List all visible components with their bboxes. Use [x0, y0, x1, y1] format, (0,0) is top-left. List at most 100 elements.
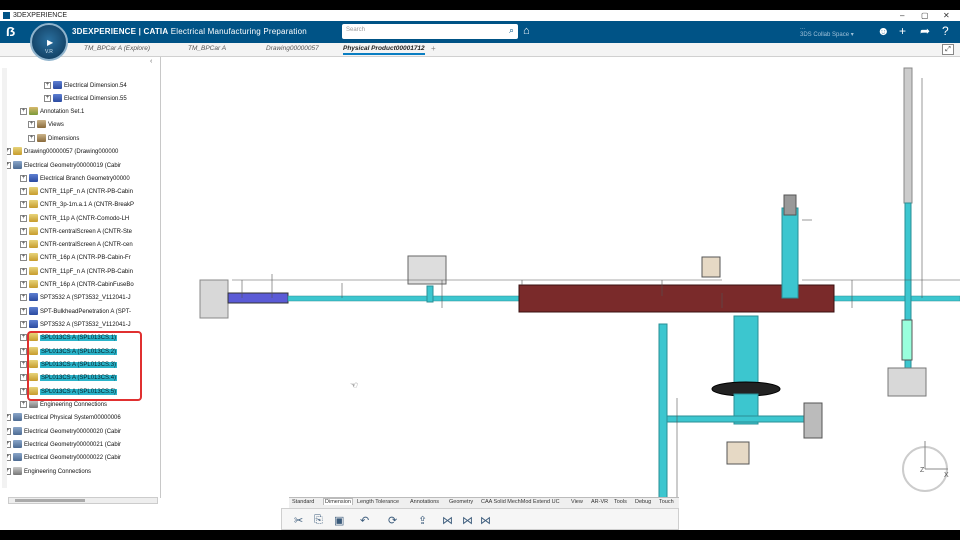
fit-all-icon[interactable]: ⤢ — [942, 44, 954, 55]
tree-vertical-scrollbar[interactable] — [2, 68, 7, 488]
expand-toggle-icon[interactable]: + — [28, 134, 35, 142]
user-avatar-icon[interactable]: ☻ — [877, 24, 890, 38]
axis-triad[interactable]: Z X — [900, 435, 950, 495]
tree-node[interactable]: + Electrical Geometry00000021 (Cabir — [4, 440, 121, 451]
maximize-button[interactable]: ▢ — [921, 10, 929, 21]
tree-node[interactable]: + Engineering Connections — [4, 467, 91, 478]
tree-node[interactable]: + Electrical Geometry00000020 (Cabir — [4, 427, 121, 438]
tree-node[interactable]: + CNTR_11pF_n A (CNTR-PB-Cabin — [20, 267, 133, 278]
toolbar-tab[interactable]: View — [571, 499, 583, 505]
search-icon[interactable]: ⌕ — [509, 25, 514, 36]
ds-logo-icon[interactable]: ẞ — [6, 24, 15, 39]
undo-icon[interactable]: ↶ — [360, 514, 369, 527]
expand-toggle-icon[interactable]: + — [28, 120, 35, 128]
expand-toggle-icon[interactable]: + — [20, 373, 27, 381]
tree-node[interactable]: + Electrical Dimension.55 — [44, 94, 127, 105]
3d-viewport[interactable] — [162, 58, 960, 530]
tree-node[interactable]: + CNTR_3p-1m.a.1 A (CNTR-BreakP — [20, 200, 134, 211]
lower-horizontal-cable[interactable] — [666, 415, 808, 423]
left-protective-sleeve[interactable] — [227, 292, 289, 304]
collab-space-selector[interactable]: ... 3DS Collab Space ▾ — [800, 25, 854, 39]
expand-toggle-icon[interactable]: + — [20, 267, 27, 275]
minimize-button[interactable]: – — [900, 10, 904, 21]
right-clip[interactable] — [901, 319, 913, 361]
expand-toggle-icon[interactable]: + — [20, 253, 27, 261]
expand-toggle-icon[interactable]: + — [20, 214, 27, 222]
tree-node[interactable]: + CNTR_16p A (CNTR-PB-Cabin-Fr — [20, 253, 131, 264]
tree-node[interactable]: + Electrical Branch Geometry00000 — [20, 174, 130, 185]
top-connector[interactable] — [783, 194, 797, 216]
tree-node[interactable]: + Annotation Set.1 — [20, 107, 84, 118]
tab-drawing[interactable]: Drawing00000057 — [266, 45, 319, 52]
paste-icon[interactable]: ▣ — [334, 514, 344, 527]
toolbar-tab[interactable]: Annotations — [410, 499, 439, 505]
tree-node[interactable]: + SPT-BulkheadPenetration A (SPT- — [20, 307, 131, 318]
share-icon[interactable]: ➦ — [920, 24, 930, 38]
expand-toggle-icon[interactable]: + — [20, 200, 27, 208]
close-button[interactable]: ✕ — [943, 10, 950, 21]
tree-node[interactable]: + Dimensions — [28, 134, 79, 145]
tab-explore[interactable]: TM_BPCar A (Explore) — [84, 45, 150, 52]
toolbar-tab[interactable]: Dimension — [323, 498, 353, 505]
expand-toggle-icon[interactable]: + — [20, 360, 27, 368]
new-tab-icon[interactable]: + — [431, 44, 436, 53]
expand-toggle-icon[interactable]: + — [20, 280, 27, 288]
tree-node[interactable]: + Drawing00000057 (Drawing000000 — [4, 147, 118, 158]
toolbar-tab[interactable]: Standard — [292, 499, 314, 505]
expand-toggle-icon[interactable]: + — [20, 347, 27, 355]
toolbar-tab[interactable]: Length Tolerance — [357, 499, 399, 505]
help-icon[interactable]: ? — [942, 24, 949, 38]
expand-toggle-icon[interactable]: + — [20, 187, 27, 195]
search-field[interactable]: Search ⌕ — [342, 24, 518, 39]
expand-toggle-icon[interactable]: + — [20, 107, 27, 115]
update-icon[interactable]: ⟳ — [388, 514, 397, 527]
lower-connector[interactable] — [726, 441, 750, 465]
tree-node[interactable]: + SPT3532 A (SPT3532_V112041-J — [20, 320, 131, 331]
tree-node[interactable]: + CNTR_11pF_n A (CNTR-PB-Cabin — [20, 187, 133, 198]
expand-toggle-icon[interactable]: + — [20, 387, 27, 395]
tag-icon[interactable]: ⌂ — [523, 25, 530, 37]
right-connector[interactable] — [887, 367, 927, 397]
tree-node[interactable]: + Electrical Dimension.54 — [44, 81, 127, 92]
expand-toggle-icon[interactable]: + — [20, 333, 27, 341]
expand-toggle-icon[interactable]: + — [44, 94, 51, 102]
toolbar-tab[interactable]: CAA Solid MechMod Extend UC — [481, 499, 560, 505]
toolbar-tab[interactable]: Geometry — [449, 499, 473, 505]
dimension-icon-3[interactable]: ⋈ — [480, 514, 491, 527]
mid-drop-cable[interactable] — [426, 285, 434, 303]
left-connector[interactable] — [199, 279, 229, 319]
expand-toggle-icon[interactable]: + — [20, 307, 27, 315]
toolbar-tab[interactable]: AR-VR — [591, 499, 608, 505]
tree-node[interactable]: + CNTR-centralScreen A (CNTR-Ste — [20, 227, 132, 238]
tree-node[interactable]: + Views — [28, 120, 64, 131]
tree-node[interactable]: + Engineering Connections — [20, 400, 107, 411]
tree-horizontal-scrollbar[interactable] — [8, 497, 158, 504]
vertical-branch-top[interactable] — [781, 207, 799, 299]
expand-toggle-icon[interactable]: + — [20, 400, 27, 408]
expand-toggle-icon[interactable]: + — [20, 240, 27, 248]
collapse-panel-icon[interactable]: ‹ — [150, 58, 152, 65]
lower-right-connector[interactable] — [803, 402, 823, 439]
toolbar-tab[interactable]: Debug — [635, 499, 651, 505]
tree-node[interactable]: + CNTR_16p A (CNTR-CabinFuseBo — [20, 280, 134, 291]
expand-toggle-icon[interactable]: + — [20, 293, 27, 301]
export-icon[interactable]: ⇪ — [418, 514, 427, 527]
tree-node[interactable]: + SPT3532 A (SPT3532_V112041-J — [20, 293, 131, 304]
upper-connector[interactable] — [701, 256, 721, 278]
add-icon[interactable]: + — [899, 24, 906, 38]
scissors-icon[interactable]: ✂ — [294, 514, 303, 527]
tree-node[interactable]: + CNTR-centralScreen A (CNTR-cen — [20, 240, 133, 251]
vertical-branch-down[interactable] — [733, 315, 759, 387]
toolbar-tab[interactable]: Touch — [659, 499, 674, 505]
play-icon[interactable]: ▶ — [47, 38, 53, 47]
tree-node[interactable]: + Electrical Physical System00000006 — [4, 413, 121, 424]
tab-bpcar[interactable]: TM_BPCar A — [188, 45, 226, 52]
toolbar-tab[interactable]: Tools — [614, 499, 627, 505]
dimension-icon-1[interactable]: ⋈ — [442, 514, 453, 527]
compass-widget[interactable]: ▶ V.R — [30, 23, 68, 61]
tab-physical-product[interactable]: Physical Product00001712 — [343, 45, 425, 55]
tree-node[interactable]: + Electrical Geometry00000022 (Cabir — [4, 453, 121, 464]
expand-toggle-icon[interactable]: + — [44, 81, 51, 89]
expand-toggle-icon[interactable]: + — [20, 227, 27, 235]
copy-icon[interactable]: ⎘ — [314, 514, 323, 527]
